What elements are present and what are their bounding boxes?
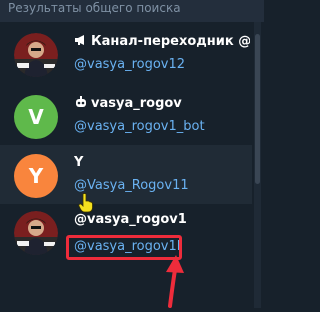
avatar: V — [14, 95, 58, 139]
result-name-text: @vasya_rogov1 — [74, 212, 187, 227]
search-result-channel[interactable]: Канал-переходник @vasya_rogov @vasya_rog… — [0, 24, 252, 83]
result-username[interactable]: @vasya_rogov1_bot — [74, 119, 205, 134]
result-username[interactable]: @Vasya_Rogov11 — [74, 178, 189, 193]
channel-megaphone-icon — [74, 34, 88, 46]
avatar: Y — [14, 154, 58, 198]
result-name-text: vasya_rogov — [91, 96, 182, 111]
hand-pointer-icon — [78, 193, 94, 217]
red-arrow-icon — [162, 252, 190, 312]
result-name-text: Y — [74, 155, 84, 170]
search-result-bot[interactable]: V vasya_rogov @vasya_rogov1_bot — [0, 86, 252, 145]
result-name: Канал-переходник @vasya_rogov — [74, 34, 250, 52]
avatar-letter: V — [28, 105, 44, 129]
section-header: Результаты общего поиска — [0, 0, 264, 22]
scrollbar-thumb[interactable] — [255, 34, 260, 184]
result-name: vasya_rogov — [74, 96, 250, 114]
bot-icon — [74, 96, 88, 108]
result-username[interactable]: @vasya_rogov12 — [74, 57, 185, 72]
search-result-user[interactable]: Y Y @Vasya_Rogov11 — [0, 145, 252, 204]
result-name-text: Канал-переходник @vasya_rogov — [91, 34, 250, 49]
avatar — [14, 33, 58, 77]
avatar — [14, 211, 58, 255]
avatar-letter: Y — [28, 164, 44, 188]
